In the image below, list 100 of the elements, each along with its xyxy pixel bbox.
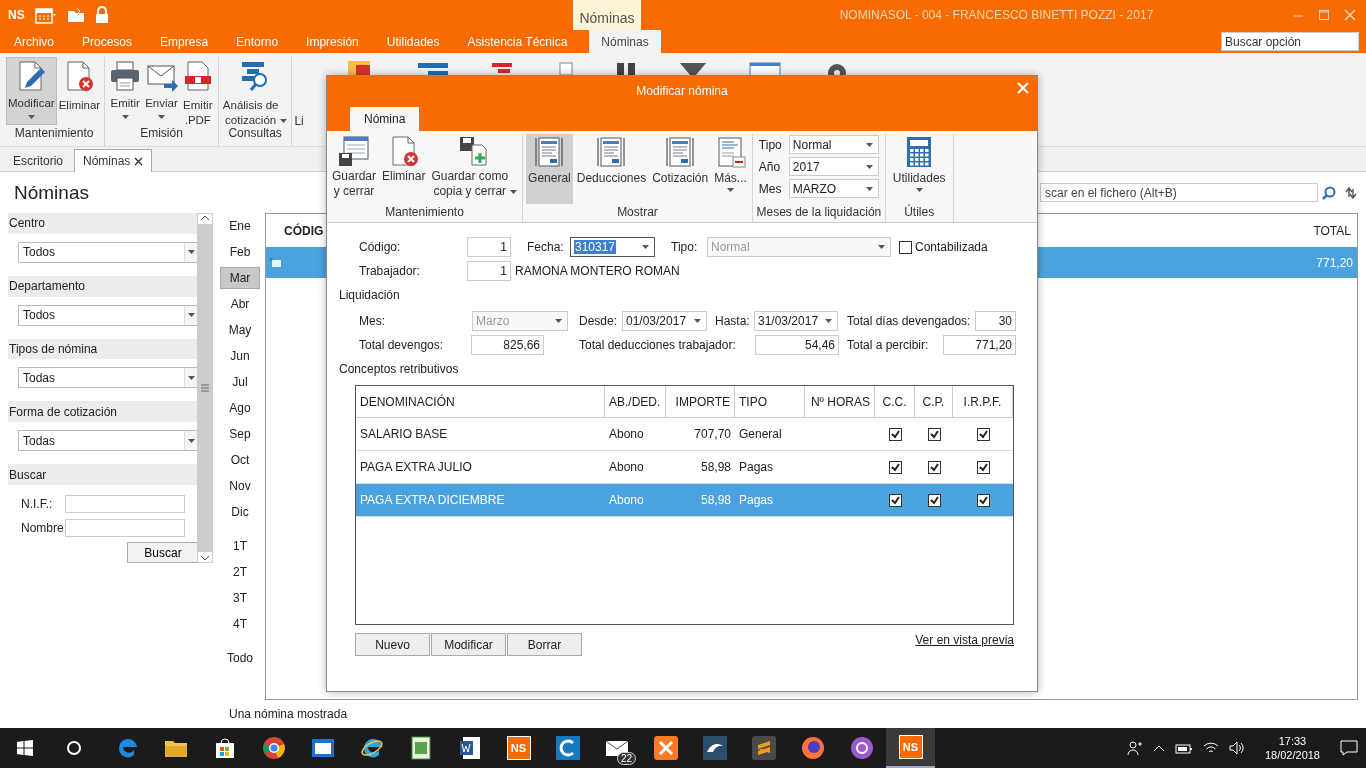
taskbar-app[interactable]: 22 [592, 728, 641, 768]
calendar-icon [34, 6, 57, 24]
action-button[interactable]: Nuevo [355, 633, 430, 656]
period-item[interactable]: 4T [220, 611, 260, 637]
ribbon-button[interactable]: Análisis de cotización [220, 57, 290, 125]
period-item[interactable]: Todo [220, 645, 260, 671]
checkbox[interactable] [888, 493, 902, 507]
document-tab[interactable]: Nóminas [74, 149, 153, 172]
ribbon-button[interactable]: Deducciones [574, 134, 649, 204]
field-label: Mes [758, 181, 783, 196]
battery-icon[interactable] [1174, 742, 1193, 754]
dropdown[interactable]: 01/03/2017 [622, 311, 707, 331]
text-field[interactable]: 1 [467, 261, 511, 281]
table-cell-text: 58,98 [699, 492, 732, 509]
ribbon-button[interactable]: Guardar y cerrar [330, 134, 379, 204]
text-field[interactable]: 771,20 [943, 335, 1016, 355]
period-item[interactable]: Oct [220, 447, 260, 473]
field-label: Fecha: [527, 240, 565, 254]
ribbon-button[interactable]: General [526, 134, 573, 204]
filter-dropdown[interactable]: Todas [18, 430, 198, 452]
scrollbar[interactable] [197, 213, 213, 563]
period-item[interactable]: 1T [220, 533, 260, 559]
period-item[interactable]: Abr [220, 291, 260, 317]
table-cell-text: Abono [608, 459, 645, 476]
group-label: Emisión [139, 126, 184, 142]
check-icon [978, 462, 988, 472]
text-field[interactable]: 54,46 [755, 335, 839, 355]
filter-dropdown[interactable]: Todos [18, 241, 198, 263]
people-icon[interactable] [1126, 740, 1143, 756]
dropdown[interactable]: 2017 [788, 157, 879, 176]
caret-icon [187, 438, 195, 443]
column-header: AB./DED. [605, 386, 666, 417]
period-item[interactable]: Sep [220, 421, 260, 447]
checkbox[interactable] [888, 427, 902, 441]
ribbon-button[interactable]: Modificar [6, 57, 57, 125]
dropdown[interactable]: 31/03/2017 [754, 311, 838, 331]
dropdown[interactable]: MARZO [788, 179, 879, 198]
wifi-icon[interactable] [1202, 741, 1219, 755]
action-button[interactable]: Borrar [507, 633, 582, 656]
checkbox[interactable] [888, 460, 902, 474]
text-field[interactable]: 825,66 [471, 335, 544, 355]
ribbon-button[interactable]: Utilidades [888, 134, 950, 204]
checkbox[interactable] [927, 427, 941, 441]
period-item[interactable]: Jun [220, 343, 260, 369]
dropdown[interactable]: Normal [788, 135, 879, 154]
period-item[interactable]: Feb [220, 239, 260, 265]
preview-link[interactable]: Ver en vista previa [915, 633, 1014, 647]
status-text: Una nómina mostrada [229, 707, 348, 721]
close-icon[interactable] [134, 156, 144, 166]
checkbox[interactable] [976, 460, 990, 474]
text-field[interactable] [65, 518, 185, 537]
ribbon-button[interactable]: Eliminar [380, 134, 428, 204]
period-item[interactable]: Nov [220, 473, 260, 499]
dolphin-icon [702, 736, 727, 760]
document-tab[interactable]: Escritorio [4, 149, 72, 171]
option-search-field[interactable]: Buscar opción [1221, 32, 1359, 51]
ribbon-tab[interactable]: Nóminas [589, 30, 661, 53]
field-label: Total a percibir: [847, 338, 930, 352]
search-button[interactable]: Buscar [127, 541, 199, 563]
form-document-icon [595, 135, 628, 169]
ribbon-button[interactable]: Emitir .PDF [179, 57, 216, 125]
notification-icon[interactable] [1340, 740, 1358, 756]
dialog-tab[interactable]: Nómina [350, 107, 420, 131]
period-item[interactable]: Jul [220, 369, 260, 395]
filter-dropdown[interactable]: Todas [18, 367, 198, 389]
table-cell-text: Abono [608, 492, 645, 509]
date-dropdown[interactable]: 310317 [570, 237, 655, 257]
period-item[interactable]: Mar [220, 267, 260, 289]
text-field[interactable]: 1 [467, 237, 511, 257]
speaker-icon[interactable] [1228, 741, 1245, 755]
text-field[interactable]: 30 [975, 311, 1016, 331]
ribbon-button[interactable]: Enviar [143, 57, 180, 125]
group-label: Mostrar [616, 205, 659, 221]
filter-dropdown[interactable]: Todos [18, 304, 198, 326]
chevron-up-icon[interactable] [1152, 744, 1165, 752]
period-item[interactable]: May [220, 317, 260, 343]
form-document-icon [664, 135, 697, 169]
period-item[interactable]: 3T [220, 585, 260, 611]
file-search-field[interactable]: scar en el fichero (Alt+B) [1040, 183, 1318, 202]
period-item[interactable]: 2T [220, 559, 260, 585]
text-field[interactable] [65, 494, 185, 513]
refresh-icon[interactable] [1344, 185, 1358, 200]
checkbox[interactable] [976, 493, 990, 507]
checkbox[interactable] [927, 493, 941, 507]
field-label: Total deducciones trabajador: [579, 338, 737, 352]
ribbon-button[interactable]: Emitir [107, 57, 144, 125]
table-row[interactable]: SALARIO BASE Abono 707,70 General [356, 418, 1013, 451]
table-cell-text: 58,98 [699, 459, 732, 476]
period-item[interactable]: Ene [220, 213, 260, 239]
action-button[interactable]: Modificar [431, 633, 506, 656]
ribbon-button[interactable]: Guardar como copia y cerrar [429, 134, 520, 204]
checkbox[interactable] [899, 240, 912, 254]
period-item[interactable]: Dic [220, 499, 260, 525]
checkbox[interactable] [976, 427, 990, 441]
checkbox[interactable] [927, 460, 941, 474]
period-item[interactable]: Ago [220, 395, 260, 421]
ribbon-button[interactable]: Cotización [650, 134, 711, 204]
ribbon-button[interactable]: Más... [712, 134, 749, 204]
ribbon-button[interactable]: Eliminar [56, 57, 103, 125]
ribbon-button-label[interactable]: Li [294, 57, 304, 128]
